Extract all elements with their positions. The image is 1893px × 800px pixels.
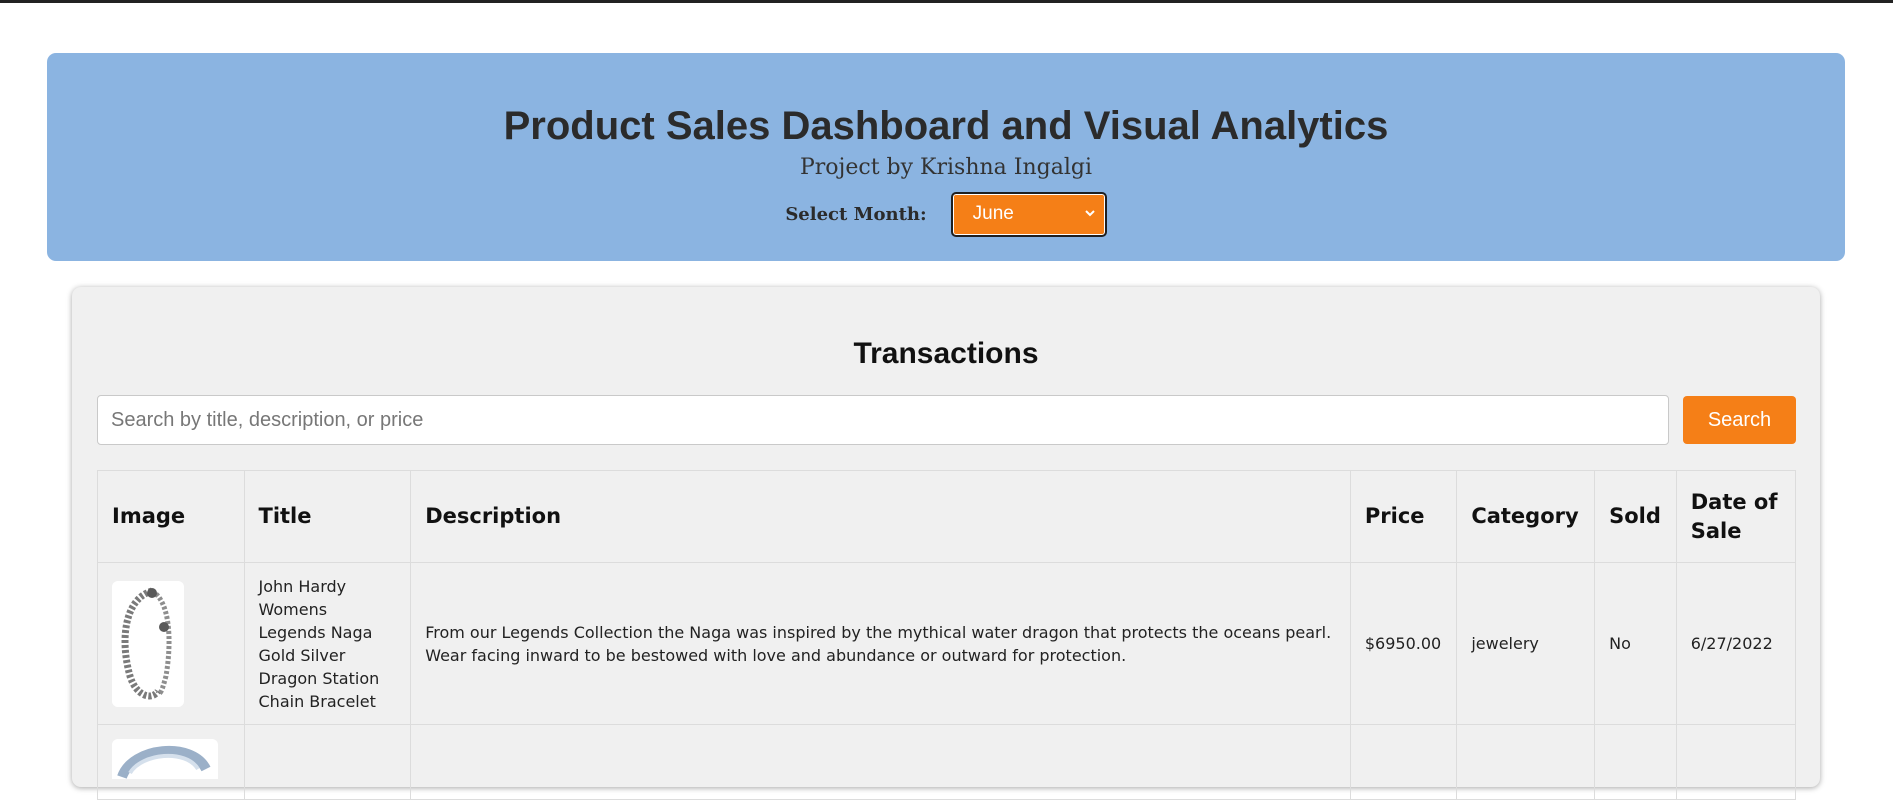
month-selector-row: Select Month: June [47, 190, 1845, 238]
top-border [0, 0, 1893, 3]
description-cell [410, 724, 1351, 800]
transactions-panel: Transactions Search Image Title Descript… [72, 287, 1820, 800]
column-header-date: Date of Sale [1675, 470, 1797, 563]
image-cell [97, 724, 245, 800]
table-row [97, 724, 1797, 800]
category-cell: jewelery [1456, 562, 1596, 725]
title-cell: John Hardy Womens Legends Naga Gold Silv… [243, 562, 412, 725]
transactions-title: Transactions [853, 337, 1039, 370]
transactions-table: Image Title Description Price Category S… [97, 470, 1797, 800]
table-header-row: Image Title Description Price Category S… [97, 470, 1797, 563]
column-header-category: Category [1456, 470, 1596, 563]
month-select-value: June [972, 203, 1014, 224]
column-header-title: Title [243, 470, 412, 563]
price-cell [1349, 724, 1458, 800]
category-cell [1456, 724, 1596, 800]
column-header-price: Price [1349, 470, 1458, 563]
description-cell: From our Legends Collection the Naga was… [410, 562, 1351, 725]
date-cell: 6/27/2022 [1675, 562, 1797, 725]
sold-cell [1594, 724, 1677, 800]
column-header-description: Description [410, 470, 1351, 563]
image-cell [97, 562, 245, 725]
page-title: Product Sales Dashboard and Visual Analy… [503, 104, 1389, 148]
price-cell: $6950.00 [1349, 562, 1458, 725]
date-cell [1675, 724, 1797, 800]
search-input[interactable] [97, 395, 1669, 445]
column-header-sold: Sold [1594, 470, 1677, 563]
ring-image [112, 739, 218, 779]
bracelet-image [112, 580, 184, 707]
page-subtitle: Project by Krishna Ingalgi [799, 155, 1092, 180]
dashboard-header: Product Sales Dashboard and Visual Analy… [47, 53, 1845, 261]
month-label: Select Month: [785, 203, 927, 225]
title-cell [243, 724, 412, 800]
chevron-down-icon [1084, 209, 1095, 216]
sold-cell: No [1594, 562, 1677, 725]
month-select[interactable]: June [950, 191, 1107, 237]
table-row: John Hardy Womens Legends Naga Gold Silv… [97, 562, 1797, 725]
column-header-image: Image [97, 470, 245, 563]
search-button[interactable]: Search [1683, 396, 1796, 444]
